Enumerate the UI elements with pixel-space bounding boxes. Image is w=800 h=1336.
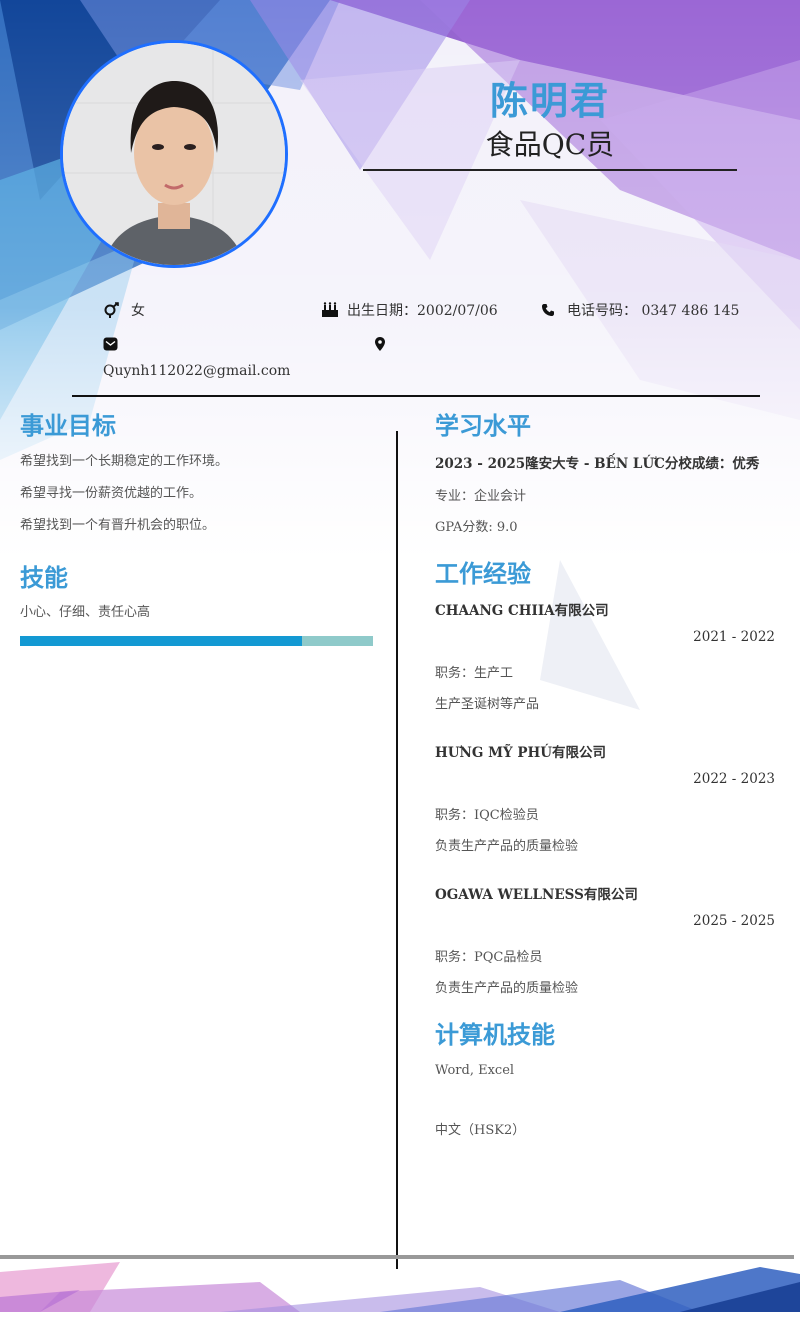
job-description: 负责生产产品的质量检验 <box>435 839 579 854</box>
footer-background <box>0 1262 800 1312</box>
job-company: CHAANG CHIIA有限公司 <box>435 603 609 619</box>
career-goal-item: 希望寻找一份薪资优越的工作。 <box>20 486 203 501</box>
birthday-cake-icon <box>322 302 338 317</box>
job-role: 职务：IQC检验员 <box>435 808 539 823</box>
gender-icon <box>104 302 119 318</box>
header-divider <box>72 395 760 397</box>
column-divider <box>396 431 398 1269</box>
profile-photo <box>60 40 288 268</box>
career-goal-item: 希望找到一个长期稳定的工作环境。 <box>20 454 229 469</box>
location-pin-icon <box>375 337 385 351</box>
birth-date: 2002/07/06 <box>417 303 498 319</box>
job-role: 职务：PQC品检员 <box>435 950 543 965</box>
background-shape <box>540 560 640 710</box>
job-description: 生产圣诞树等产品 <box>435 697 540 712</box>
job-period: 2025 - 2025 <box>693 913 775 929</box>
email-icon-wrap <box>103 337 118 351</box>
phone-icon <box>542 304 554 316</box>
email-info: Quynh112022@gmail.com <box>103 363 290 379</box>
birth-label: 出生日期： <box>347 303 417 319</box>
education-school: 2023 - 2025隆安大专 - BẾN LỨC分校成绩：优秀 <box>435 456 760 472</box>
job-title: 食品QC员 <box>485 128 615 161</box>
title-underline <box>363 169 737 171</box>
job-company: OGAWA WELLNESS有限公司 <box>435 887 638 903</box>
address-info <box>374 337 394 351</box>
phone-number: 0347 486 145 <box>641 303 740 319</box>
job-period: 2022 - 2023 <box>693 771 775 787</box>
language-skill: 中文（HSK2） <box>435 1123 526 1138</box>
phone-label: 电话号码： <box>567 303 637 319</box>
computer-skills-heading: 计算机技能 <box>435 1021 555 1049</box>
phone-info: 电话号码： 0347 486 145 <box>541 300 739 320</box>
job-role: 职务：生产工 <box>435 666 514 681</box>
birth-info: 出生日期：2002/07/06 <box>321 300 498 320</box>
education-heading: 学习水平 <box>435 412 531 440</box>
job-period: 2021 - 2022 <box>693 629 775 645</box>
skill-level-fill <box>20 636 303 646</box>
gender-info: 女 <box>103 300 145 320</box>
education-gpa: GPA分数: 9.0 <box>435 520 518 535</box>
education-major: 专业：企业会计 <box>435 489 527 504</box>
career-goal-heading: 事业目标 <box>20 412 116 440</box>
email-value[interactable]: Quynh112022@gmail.com <box>103 363 290 379</box>
gender-value: 女 <box>131 303 145 319</box>
footer-divider <box>0 1255 794 1259</box>
work-experience-heading: 工作经验 <box>435 560 531 588</box>
email-icon <box>103 337 118 351</box>
job-description: 负责生产产品的质量检验 <box>435 981 579 996</box>
career-goal-item: 希望找到一个有晋升机会的职位。 <box>20 518 216 533</box>
computer-software: Word, Excel <box>435 1063 515 1078</box>
job-company: HƯNG MỸ PHÚ有限公司 <box>435 745 607 761</box>
skill-level-bar <box>20 636 373 646</box>
skills-text: 小心、仔细、责任心高 <box>20 605 151 620</box>
skills-heading: 技能 <box>20 564 68 592</box>
candidate-name: 陈明君 <box>489 79 610 123</box>
